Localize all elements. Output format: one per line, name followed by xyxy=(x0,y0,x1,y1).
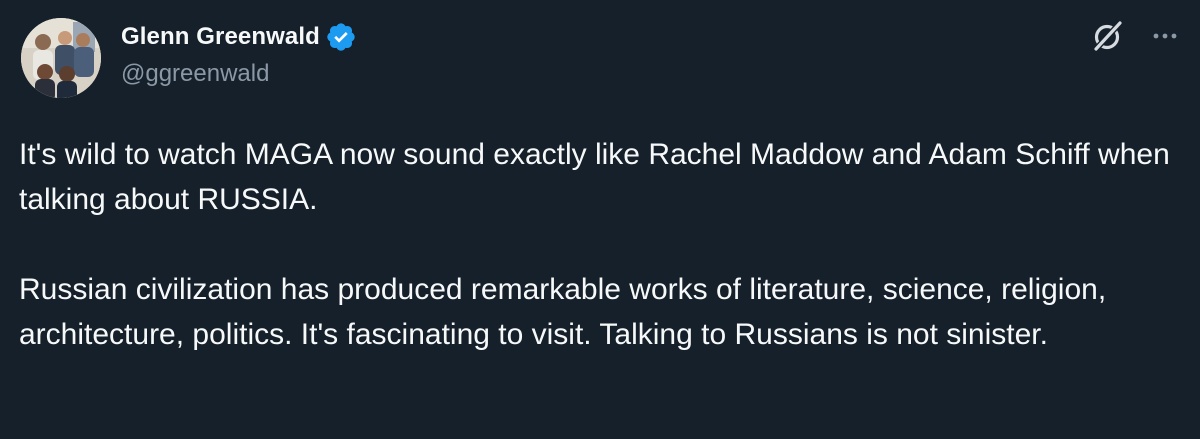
author-handle[interactable]: @ggreenwald xyxy=(121,60,269,88)
avatar-photo xyxy=(21,18,101,98)
tweet-text: It's wild to watch MAGA now sound exactl… xyxy=(19,132,1184,357)
more-icon[interactable] xyxy=(1150,22,1180,50)
avatar[interactable] xyxy=(21,18,101,98)
author-display-name[interactable]: Glenn Greenwald xyxy=(121,23,320,51)
verified-badge-icon[interactable] xyxy=(325,21,357,53)
author-name-row: Glenn Greenwald xyxy=(121,19,357,55)
grok-icon[interactable] xyxy=(1090,18,1126,54)
tweet-paragraph: It's wild to watch MAGA now sound exactl… xyxy=(19,138,1170,216)
tweet-paragraph: Russian civilization has produced remark… xyxy=(19,273,1107,351)
tweet-card: Glenn Greenwald @ggreenwald It's wild to… xyxy=(0,0,1200,439)
